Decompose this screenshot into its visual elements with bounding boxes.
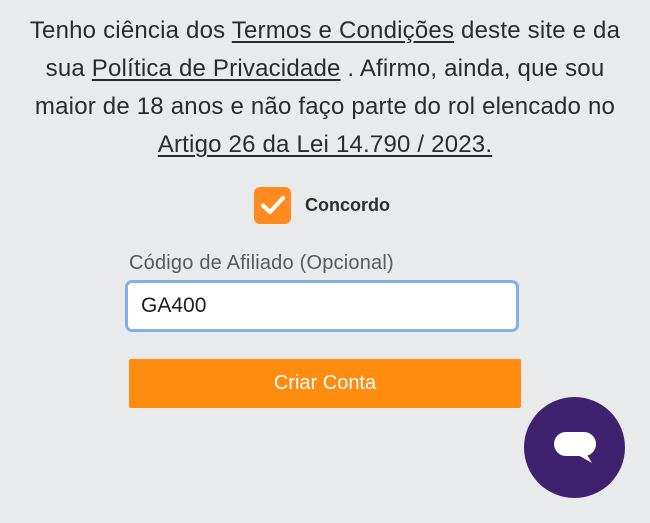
terms-statement: Tenho ciência dos Termos e Condições des… <box>15 12 635 164</box>
law-article-link[interactable]: Artigo 26 da Lei 14.790 / 2023. <box>158 131 492 158</box>
terms-conditions-link[interactable]: Termos e Condições <box>232 17 454 44</box>
agree-checkbox[interactable] <box>254 186 291 224</box>
affiliate-code-label: Código de Afiliado (Opcional) <box>129 252 394 274</box>
agree-label: Concordo <box>305 194 390 215</box>
create-account-button[interactable]: Criar Conta <box>129 359 521 408</box>
terms-text-part1: Tenho ciência dos <box>29 17 232 44</box>
chat-widget-button[interactable] <box>524 397 625 498</box>
chat-icon <box>553 431 596 463</box>
privacy-policy-link[interactable]: Política de Privacidade <box>92 55 341 82</box>
affiliate-code-input[interactable] <box>125 280 519 332</box>
agree-checkbox-row[interactable]: Concordo <box>254 186 390 224</box>
checkmark-icon <box>260 196 285 214</box>
